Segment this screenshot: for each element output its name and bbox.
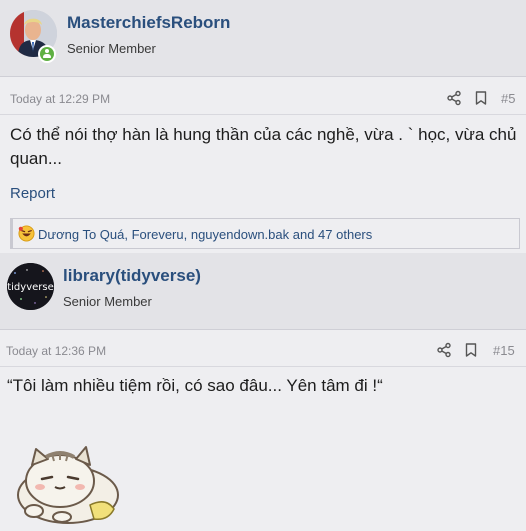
cat-sticker-icon — [17, 446, 119, 524]
post-user-header: tidyverse library(tidyverse) Senior Memb… — [0, 253, 526, 330]
post-body: Có thể nói thợ hàn là hung thần của các … — [10, 125, 517, 168]
user-title: Senior Member — [67, 41, 156, 56]
bookmark-icon[interactable] — [463, 342, 479, 358]
bookmark-icon[interactable] — [473, 90, 489, 106]
report-link[interactable]: Report — [10, 185, 55, 202]
username[interactable]: MasterchiefsReborn — [67, 13, 230, 33]
post-timestamp[interactable]: Today at 12:36 PM — [6, 344, 106, 358]
post-15: tidyverse library(tidyverse) Senior Memb… — [0, 253, 526, 531]
post-meta-bar: Today at 12:29 PM #5 — [0, 83, 526, 115]
avatar-label: tidyverse — [7, 282, 54, 293]
post-timestamp[interactable]: Today at 12:29 PM — [10, 92, 110, 106]
online-status-icon — [38, 45, 56, 63]
post-meta-bar: Today at 12:36 PM #15 — [0, 335, 526, 367]
username[interactable]: library(tidyverse) — [63, 266, 201, 286]
haha-reaction-icon — [18, 225, 35, 242]
post-number[interactable]: #5 — [501, 91, 515, 106]
post-number[interactable]: #15 — [493, 343, 515, 358]
reactions-list: Dương To Quá, Foreveru, nguyendown.bak a… — [38, 227, 373, 242]
avatar[interactable]: tidyverse — [7, 263, 54, 310]
share-icon[interactable] — [436, 342, 452, 358]
post-5: MasterchiefsReborn Senior Member Today a… — [0, 0, 526, 253]
user-title: Senior Member — [63, 294, 152, 309]
post-user-header: MasterchiefsReborn Senior Member — [0, 0, 526, 77]
post-body: “Tôi làm nhiều tiệm rồi, có sao đâu... Y… — [7, 376, 383, 395]
reactions-bar[interactable]: Dương To Quá, Foreveru, nguyendown.bak a… — [10, 218, 520, 249]
share-icon[interactable] — [446, 90, 462, 106]
